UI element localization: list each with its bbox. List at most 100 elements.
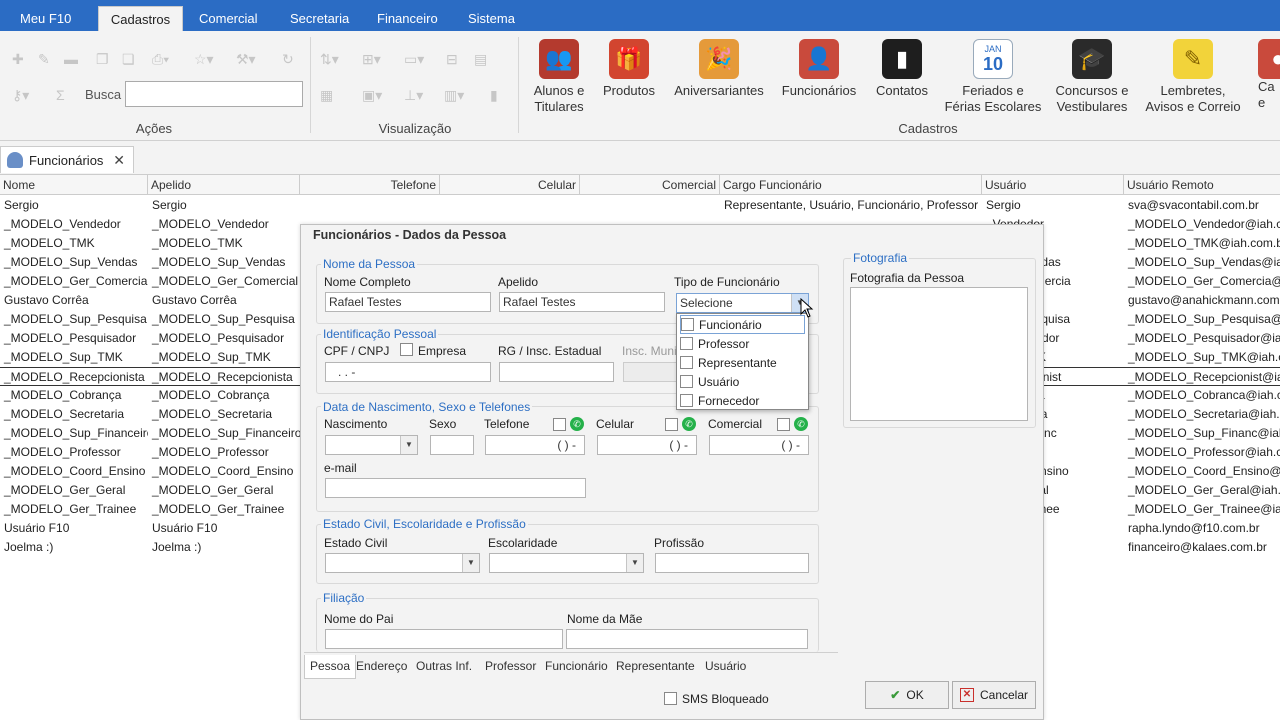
cell-remoto: _MODELO_Professor@iah.co <box>1128 445 1280 459</box>
tab-sistema[interactable]: Sistema <box>458 6 525 31</box>
tab-cadastros[interactable]: Cadastros <box>98 6 183 31</box>
dropdown-option[interactable]: Professor <box>680 334 749 353</box>
delete-icon[interactable]: ▬ <box>64 51 78 67</box>
cell-usuario: Sergio <box>986 198 1021 212</box>
edit-icon[interactable]: ✎ <box>38 51 50 67</box>
column-header[interactable]: Apelido <box>148 175 300 195</box>
misc-icon: ● <box>1258 39 1280 79</box>
tab-secretaria[interactable]: Secretaria <box>280 6 359 31</box>
dropdown-option[interactable]: Funcionário <box>680 315 805 334</box>
contatos-button[interactable]: ▮ Contatos <box>870 39 934 99</box>
search-input[interactable] <box>125 81 303 107</box>
sexo-input[interactable] <box>430 435 474 455</box>
tipo-funcionario-select[interactable]: Selecione ▼ <box>676 293 809 313</box>
option-checkbox[interactable] <box>680 337 693 350</box>
sort-icon[interactable]: ⇅▾ <box>320 51 339 67</box>
nome-pai-input[interactable] <box>325 629 563 649</box>
key-icon[interactable]: ⚷▾ <box>12 87 29 103</box>
refresh-icon[interactable]: ↻ <box>282 51 294 67</box>
empresa-checkbox[interactable] <box>400 343 413 356</box>
tab-meu-f10[interactable]: Meu F10 <box>10 6 81 31</box>
dropdown-option[interactable]: Representante <box>680 353 777 372</box>
tab-endereco[interactable]: Endereço <box>356 655 407 679</box>
alunos-titulares-button[interactable]: 👥 Alunos e Titulares <box>526 39 592 115</box>
dropdown-option[interactable]: Fornecedor <box>680 391 759 410</box>
email-input[interactable] <box>325 478 586 498</box>
tab-pessoa[interactable]: Pessoa <box>304 655 357 679</box>
celular-input[interactable]: ( ) - <box>597 435 697 455</box>
feriados-button[interactable]: JAN 10 Feriados e Férias Escolares <box>944 39 1042 115</box>
dropdown-option[interactable]: Usuário <box>680 372 739 391</box>
print-icon[interactable]: ⎙▾ <box>152 51 169 67</box>
tab-professor[interactable]: Professor <box>485 655 536 679</box>
concursos-button[interactable]: 🎓 Concursos e Vestibulares <box>1052 39 1132 115</box>
comercial-input[interactable]: ( ) - <box>709 435 809 455</box>
comment-icon[interactable]: ▤ <box>474 51 487 67</box>
rg-input[interactable] <box>499 362 614 382</box>
document-tab[interactable]: Funcionários ✕ <box>0 146 134 173</box>
column-header[interactable]: Celular <box>440 175 580 195</box>
tab-financeiro[interactable]: Financeiro <box>367 6 448 31</box>
column-header[interactable]: Usuário <box>982 175 1124 195</box>
aniversariantes-button[interactable]: 🎉 Aniversariantes <box>670 39 768 99</box>
column-header[interactable]: Comercial <box>580 175 720 195</box>
telefone-whatsapp-checkbox[interactable] <box>553 418 566 431</box>
estado-civil-select[interactable]: ▼ <box>325 553 480 573</box>
escolaridade-select[interactable]: ▼ <box>489 553 644 573</box>
cell-apelido: _MODELO_Secretaria <box>152 407 273 421</box>
sigma-icon[interactable]: Σ <box>56 87 65 103</box>
table-row[interactable]: Sergio Sergio Representante, Usuário, Func… <box>0 196 1280 215</box>
columns-icon[interactable]: ▣▾ <box>362 87 382 103</box>
column-header[interactable]: Cargo Funcionário <box>720 175 982 195</box>
column-header[interactable]: Usuário Remoto <box>1124 175 1280 195</box>
option-checkbox[interactable] <box>680 394 693 407</box>
cpf-input[interactable]: . . - <box>325 362 491 382</box>
chevron-down-icon[interactable]: ▼ <box>462 554 479 572</box>
layout-icon[interactable]: ▭▾ <box>404 51 424 67</box>
nome-mae-input[interactable] <box>566 629 808 649</box>
option-checkbox[interactable] <box>681 318 694 331</box>
cell-nome: Joelma :) <box>4 540 54 554</box>
nome-completo-input[interactable]: Rafael Testes <box>325 292 491 312</box>
chevron-down-icon[interactable]: ▼ <box>626 554 643 572</box>
comercial-whatsapp-checkbox[interactable] <box>777 418 790 431</box>
sms-bloqueado-checkbox[interactable] <box>664 692 677 705</box>
column-header[interactable]: Telefone <box>300 175 440 195</box>
column-header[interactable]: Nome <box>0 175 148 195</box>
option-checkbox[interactable] <box>680 356 693 369</box>
chart-icon[interactable]: ▮ <box>490 87 498 103</box>
chevron-down-icon[interactable]: ▼ <box>400 436 417 454</box>
filter-icon[interactable]: ⊟ <box>446 51 458 67</box>
funcionarios-button[interactable]: 👤 Funcionários <box>778 39 860 99</box>
cancel-button[interactable]: ✕ Cancelar <box>952 681 1036 709</box>
option-label: Professor <box>698 336 750 351</box>
tab-usuario[interactable]: Usuário <box>705 655 746 679</box>
celular-whatsapp-checkbox[interactable] <box>665 418 678 431</box>
tab-funcionario[interactable]: Funcionário <box>545 655 608 679</box>
tab-outras-inf[interactable]: Outras Inf. <box>416 655 472 679</box>
pin-icon[interactable]: ⊥▾ <box>404 87 423 103</box>
option-checkbox[interactable] <box>680 375 693 388</box>
telefone-input[interactable]: ( ) - <box>485 435 585 455</box>
favorite-icon[interactable]: ☆▾ <box>194 51 214 67</box>
produtos-button[interactable]: 🎁 Produtos <box>598 39 660 99</box>
tree-icon[interactable]: ⊞▾ <box>362 51 381 67</box>
paste-icon[interactable]: ❏ <box>122 51 135 67</box>
misc-button[interactable]: ● Ca e <box>1258 39 1280 111</box>
copy-icon[interactable]: ❐ <box>96 51 109 67</box>
apelido-input[interactable]: Rafael Testes <box>499 292 665 312</box>
tab-representante[interactable]: Representante <box>616 655 695 679</box>
ok-button[interactable]: ✔ OK <box>865 681 949 709</box>
add-icon[interactable]: ✚ <box>12 51 24 67</box>
cancel-icon: ✕ <box>959 688 974 702</box>
profissao-input[interactable] <box>655 553 809 573</box>
grid-icon[interactable]: ▦ <box>320 87 333 103</box>
table-icon[interactable]: ▥▾ <box>444 87 464 103</box>
lembretes-button[interactable]: ✎ Lembretes, Avisos e Correio <box>1142 39 1244 115</box>
tools-icon[interactable]: ⚒▾ <box>236 51 256 67</box>
nascimento-input[interactable]: ▼ <box>325 435 418 455</box>
photo-box[interactable] <box>850 287 1028 421</box>
tab-comercial[interactable]: Comercial <box>189 6 268 31</box>
nome-completo-label: Nome Completo <box>324 275 411 289</box>
close-icon[interactable]: ✕ <box>113 152 125 169</box>
